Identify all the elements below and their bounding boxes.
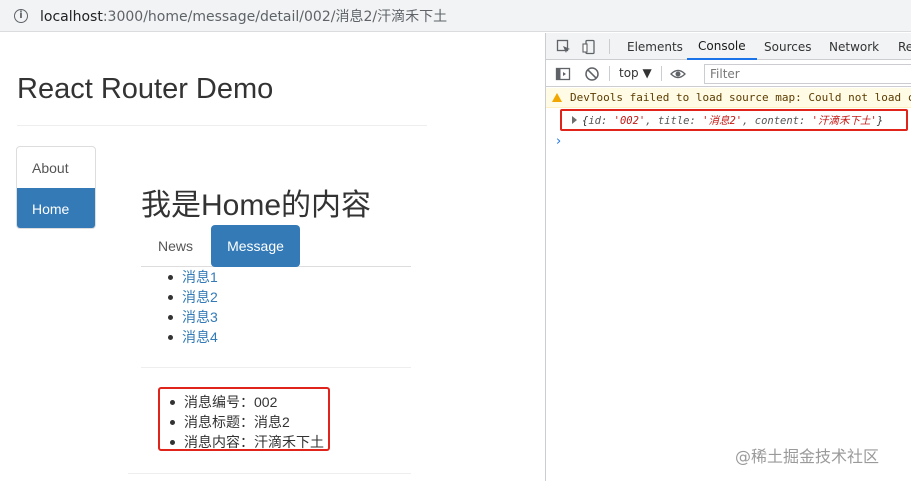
console-filter-input[interactable] <box>704 64 911 84</box>
toolbar-separator <box>661 66 662 81</box>
device-toolbar-icon[interactable] <box>582 39 598 55</box>
web-page: React Router Demo About Home 我是Home的内容 N… <box>0 33 545 481</box>
detail-title: 消息标题：消息2 <box>170 412 324 432</box>
divider <box>128 473 411 474</box>
message-link-2[interactable]: 消息2 <box>168 287 218 307</box>
detail-content: 消息内容：汗滴禾下土 <box>170 432 324 452</box>
tab-console[interactable]: Console <box>687 33 757 60</box>
message-link-1[interactable]: 消息1 <box>168 267 218 287</box>
expand-caret-icon[interactable] <box>572 116 577 124</box>
tab-more[interactable]: Re <box>898 33 911 60</box>
tab-bar: News Message <box>141 225 411 267</box>
clear-console-icon[interactable] <box>584 66 600 82</box>
console-toolbar: top ▼ <box>546 61 911 87</box>
message-list: 消息1 消息2 消息3 消息4 <box>168 267 218 347</box>
tab-elements[interactable]: Elements <box>627 33 683 60</box>
divider <box>17 125 427 126</box>
warning-text: DevTools failed to load source map: Coul… <box>570 91 911 104</box>
message-link-4[interactable]: 消息4 <box>168 327 218 347</box>
console-warning-row: DevTools failed to load source map: Coul… <box>546 88 911 108</box>
tab-message[interactable]: Message <box>211 225 300 267</box>
console-prompt-icon[interactable]: › <box>556 134 561 149</box>
address-bar[interactable]: i localhost:3000/home/message/detail/002… <box>0 0 911 32</box>
detail-list: 消息编号：002 消息标题：消息2 消息内容：汗滴禾下土 <box>170 392 324 452</box>
tab-sources[interactable]: Sources <box>764 33 811 60</box>
context-selector[interactable]: top ▼ <box>619 66 652 80</box>
info-icon[interactable]: i <box>14 8 28 23</box>
dropdown-arrow-icon: ▼ <box>642 66 652 80</box>
nav-item-home[interactable]: Home <box>17 188 95 228</box>
devtools-tab-bar: Elements Console Sources Network Re <box>546 33 911 60</box>
message-link-3[interactable]: 消息3 <box>168 307 218 327</box>
watermark: @稀土掘金技术社区 <box>735 447 880 466</box>
tab-network[interactable]: Network <box>829 33 879 60</box>
side-nav: About Home <box>16 146 96 229</box>
toolbar-separator <box>609 39 610 54</box>
divider <box>141 367 411 368</box>
sidebar-toggle-icon[interactable] <box>555 66 571 82</box>
toolbar-separator <box>609 66 610 81</box>
detail-id: 消息编号：002 <box>170 392 324 412</box>
warning-icon <box>552 93 562 102</box>
home-title: 我是Home的内容 <box>141 189 372 222</box>
nav-item-about[interactable]: About <box>17 147 95 188</box>
devtools-panel: Elements Console Sources Network Re top … <box>545 33 911 481</box>
tab-news[interactable]: News <box>158 225 193 267</box>
detail-highlight-box: 消息编号：002 消息标题：消息2 消息内容：汗滴禾下土 <box>158 387 330 451</box>
app-title: React Router Demo <box>17 73 274 105</box>
inspect-element-icon[interactable] <box>556 39 572 55</box>
console-log-object[interactable]: {id: '002', title: '消息2', content: '汗滴禾下… <box>560 109 908 131</box>
live-expression-eye-icon[interactable] <box>670 66 686 82</box>
url-text[interactable]: localhost:3000/home/message/detail/002/消… <box>40 6 447 26</box>
log-object-text: {id: '002', title: '消息2', content: '汗滴禾下… <box>582 114 884 127</box>
